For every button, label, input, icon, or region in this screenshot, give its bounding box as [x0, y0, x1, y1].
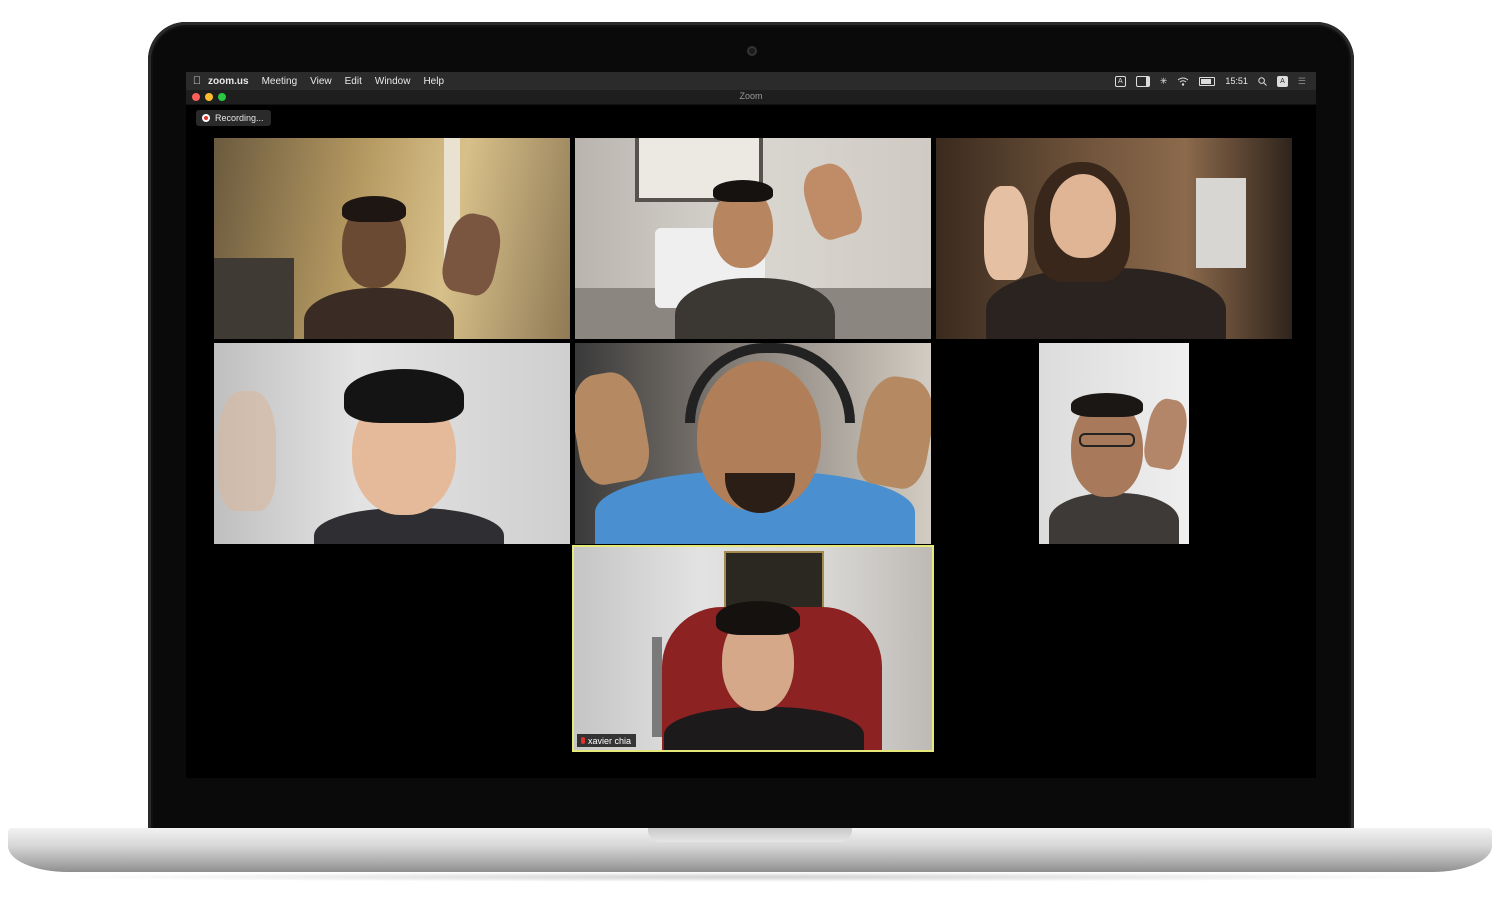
participant-name-tag: xavier chia — [577, 734, 637, 747]
menu-edit[interactable]: Edit — [345, 76, 362, 87]
sidebar-icon[interactable] — [1135, 75, 1150, 87]
video-tile[interactable] — [214, 138, 570, 339]
webcam-icon — [747, 46, 757, 56]
participant-name: xavier chia — [588, 735, 632, 746]
user-icon[interactable]: A — [1276, 75, 1288, 87]
video-tile[interactable] — [575, 343, 931, 544]
wifi-icon[interactable] — [1177, 77, 1189, 86]
menu-bar:  zoom.us Meeting View Edit Window Help … — [186, 72, 1316, 90]
video-tile[interactable] — [575, 138, 931, 339]
menu-help[interactable]: Help — [423, 76, 444, 87]
menu-meeting[interactable]: Meeting — [262, 76, 298, 87]
battery-icon[interactable] — [1199, 76, 1216, 86]
list-icon[interactable]: ☰ — [1298, 76, 1306, 87]
laptop-notch — [648, 828, 852, 842]
search-icon[interactable] — [1258, 76, 1267, 86]
window-titlebar: Zoom — [186, 90, 1316, 105]
apple-icon[interactable]:  — [186, 75, 208, 87]
bluetooth-icon[interactable]: ✳ — [1160, 76, 1168, 87]
a-icon[interactable]: A — [1114, 75, 1126, 87]
menu-app-name[interactable]: zoom.us — [208, 76, 249, 87]
laptop-screen:  zoom.us Meeting View Edit Window Help … — [186, 72, 1316, 778]
participant-face — [1050, 174, 1116, 258]
clock[interactable]: 15:51 — [1225, 76, 1248, 86]
recording-label: Recording... — [215, 113, 264, 123]
window-title: Zoom — [739, 91, 763, 101]
video-tile[interactable] — [936, 138, 1292, 339]
video-tile-active-speaker[interactable]: xavier chia — [572, 545, 934, 752]
recording-indicator[interactable]: Recording... — [196, 110, 271, 126]
muted-mic-icon — [581, 737, 585, 744]
record-icon — [202, 114, 210, 122]
video-tile[interactable] — [214, 343, 570, 544]
menu-window[interactable]: Window — [375, 76, 411, 87]
menu-view[interactable]: View — [310, 76, 332, 87]
video-tile[interactable] — [1039, 343, 1189, 544]
